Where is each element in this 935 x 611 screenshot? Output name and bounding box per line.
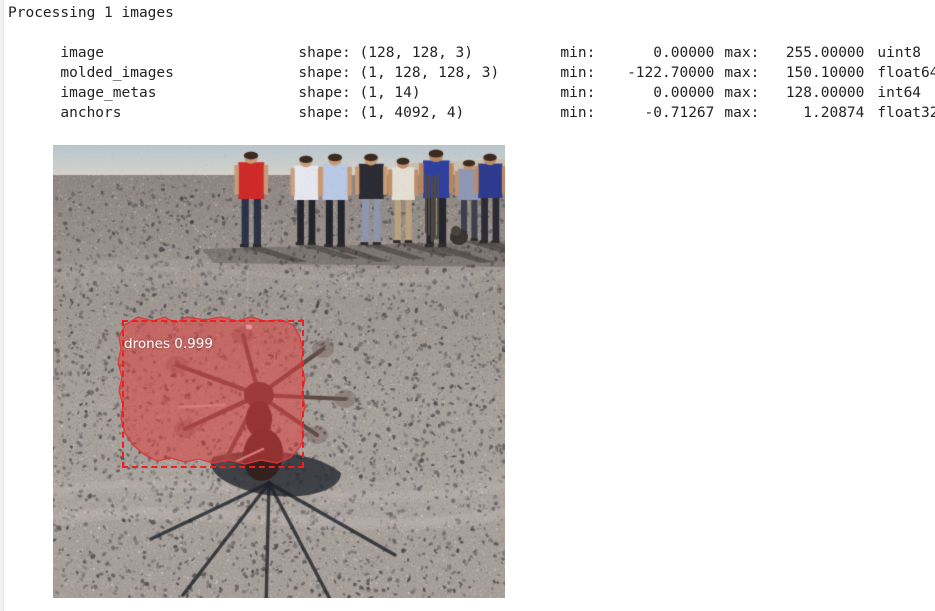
min-value: -122.70000	[627, 65, 715, 81]
log-header: Processing 1 images	[8, 5, 174, 21]
min-label: min:	[560, 65, 596, 81]
min-value: 0.00000	[653, 45, 715, 61]
max-label: max:	[724, 65, 760, 81]
shape-label: shape:	[298, 85, 351, 101]
dtype-value: uint8	[877, 45, 922, 61]
output-gutter	[0, 0, 4, 611]
max-label: max:	[724, 85, 760, 101]
inspection-log: Processing 1 images image shape: (128, 12…	[8, 3, 935, 121]
max-label: max:	[724, 105, 760, 121]
log-var-name: image	[60, 45, 105, 61]
max-value: 255.00000	[785, 45, 865, 61]
dtype-value: float64	[877, 65, 935, 81]
shape-label: shape:	[298, 105, 351, 121]
shape-label: shape:	[298, 65, 351, 81]
log-shape: shape: (128, 128, 3)	[298, 43, 560, 63]
max-value: 150.10000	[785, 65, 865, 81]
min-label: min:	[560, 85, 596, 101]
max-value: 128.00000	[785, 85, 865, 101]
detection-result-image	[53, 145, 505, 598]
log-var-name: anchors	[60, 105, 122, 121]
dtype-value: int64	[877, 85, 922, 101]
max-label: max:	[724, 45, 760, 61]
photo-canvas	[53, 145, 505, 598]
shape-value: (1, 4092, 4)	[359, 105, 465, 121]
log-shape: shape: (1, 128, 128, 3)	[298, 63, 560, 83]
log-var-name: image_metas	[60, 85, 157, 101]
notebook-output-cell: Processing 1 images image shape: (128, 12…	[0, 0, 935, 611]
shape-value: (1, 128, 128, 3)	[359, 65, 500, 81]
log-row: image shape: (128, 128, 3) min: 0.00000 max:…	[8, 23, 928, 61]
min-label: min:	[560, 105, 596, 121]
log-shape: shape: (1, 4092, 4)	[298, 103, 560, 123]
shape-value: (128, 128, 3)	[359, 45, 474, 61]
min-label: min:	[560, 45, 596, 61]
dtype-value: float32	[877, 105, 935, 121]
shape-label: shape:	[298, 45, 351, 61]
min-value: 0.00000	[653, 85, 715, 101]
shape-value: (1, 14)	[359, 85, 421, 101]
log-var-name: molded_images	[60, 65, 174, 81]
min-value: -0.71267	[644, 105, 715, 121]
max-value: 1.20874	[803, 105, 865, 121]
log-shape: shape: (1, 14)	[298, 83, 560, 103]
